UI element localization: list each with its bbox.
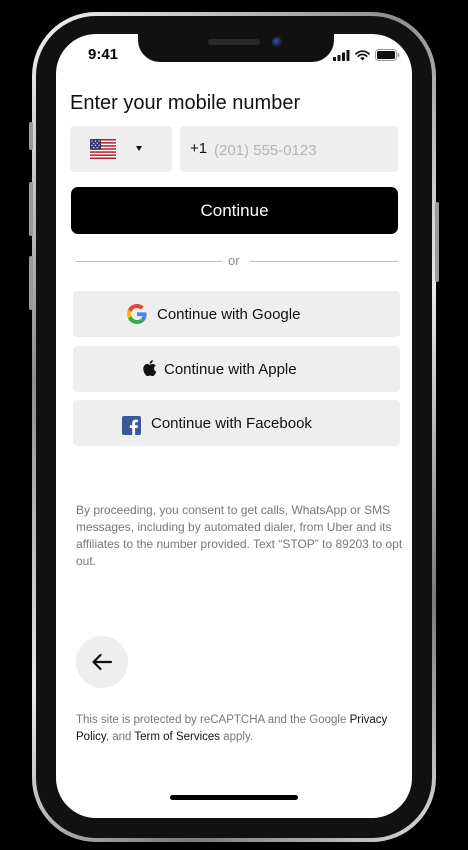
facebook-icon (122, 416, 141, 435)
terms-of-service-link[interactable]: Term of Services (134, 731, 220, 743)
side-button-power (435, 202, 439, 282)
apple-icon (143, 360, 157, 377)
arrow-left-icon (92, 653, 113, 671)
battery-icon (375, 49, 400, 61)
speaker-grille (208, 39, 260, 45)
continue-button[interactable]: Continue (71, 187, 398, 234)
country-selector[interactable] (70, 126, 172, 172)
phone-number-input[interactable] (212, 136, 392, 164)
phone-screen: 9:41 Enter your mobile number +1 (201) 5… (56, 34, 412, 818)
wifi-icon (355, 49, 370, 60)
apple-button-label: Continue with Apple (164, 361, 297, 378)
google-icon (127, 304, 147, 324)
recaptcha-text-middle: , and (105, 731, 135, 743)
front-camera (272, 37, 282, 47)
us-flag-icon (90, 139, 116, 159)
facebook-button-label: Continue with Facebook (151, 415, 312, 432)
side-button-volume-up (29, 182, 33, 236)
signal-icon (333, 49, 350, 61)
continue-with-apple-button[interactable]: Continue with Apple (73, 346, 400, 392)
phone-field: +1 (180, 126, 398, 172)
recaptcha-text-suffix: apply. (220, 731, 254, 743)
continue-with-facebook-button[interactable]: Continue with Facebook (73, 400, 400, 446)
divider-or: or (228, 253, 240, 268)
side-button-mute (29, 122, 33, 150)
country-code: +1 (190, 140, 208, 157)
notch (138, 34, 334, 62)
continue-with-google-button[interactable]: Continue with Google (73, 291, 400, 337)
status-time: 9:41 (88, 46, 119, 63)
recaptcha-text-prefix: This site is protected by reCAPTCHA and … (76, 714, 350, 726)
google-button-label: Continue with Google (157, 306, 301, 323)
page-title: Enter your mobile number (70, 92, 301, 114)
recaptcha-notice: This site is protected by reCAPTCHA and … (76, 712, 412, 746)
divider-line-left (76, 261, 222, 262)
status-icons (333, 49, 400, 61)
chevron-down-icon (136, 146, 142, 151)
back-button[interactable] (76, 636, 128, 688)
consent-text: By proceeding, you consent to get calls,… (76, 503, 403, 568)
home-indicator (170, 795, 298, 800)
divider-line-right (250, 261, 398, 262)
side-button-volume-down (29, 256, 33, 310)
